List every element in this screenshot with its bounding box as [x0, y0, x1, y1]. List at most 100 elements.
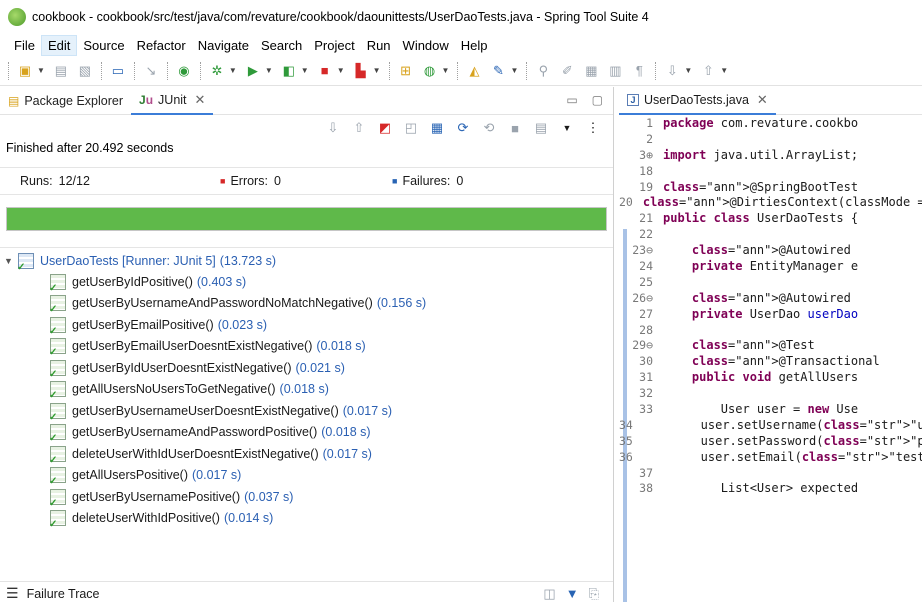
save-all-icon[interactable]: ▧ — [76, 62, 94, 80]
close-icon[interactable]: ✕ — [757, 92, 768, 108]
toggle-mark-occurrences-icon[interactable]: ⚲ — [534, 62, 552, 80]
menu-project[interactable]: Project — [308, 36, 360, 55]
debug-dropdown-icon[interactable]: ▼ — [229, 66, 237, 75]
test-row[interactable]: getUserByUsernameUserDoesntExistNegative… — [0, 400, 613, 423]
boot-dashboard-icon[interactable]: ◉ — [175, 62, 193, 80]
test-row[interactable]: deleteUserWithIdUserDoesntExistNegative(… — [0, 443, 613, 466]
filter-stack-trace-icon[interactable]: ▼ — [566, 586, 579, 602]
menu-file[interactable]: File — [8, 36, 41, 55]
code-line[interactable]: 3⊕ import java.util.ArrayList; — [619, 147, 922, 163]
skip-breakpoints-icon[interactable]: ↘ — [142, 62, 160, 80]
coverage-dropdown-icon[interactable]: ▼ — [301, 66, 309, 75]
search-icon[interactable]: ✎ — [489, 62, 507, 80]
view-menu-icon[interactable]: ▼ — [559, 123, 575, 133]
code-line[interactable]: 18 — [619, 163, 922, 179]
code-line[interactable]: 29⊖ class="ann">@Test — [619, 337, 922, 353]
test-row[interactable]: deleteUserWithIdPositive()(0.014 s) — [0, 508, 613, 530]
test-row[interactable]: getAllUsersPositive()(0.017 s) — [0, 465, 613, 487]
code-line[interactable]: 36 user.setEmail(class="str">"test — [619, 449, 922, 465]
code-line[interactable]: 34 user.setUsername(class="str">"u — [619, 417, 922, 433]
close-icon[interactable]: ✕ — [195, 92, 206, 108]
test-row[interactable]: getUserByUsernameAndPasswordPositive()(0… — [0, 422, 613, 444]
toggle-block-selection-icon[interactable]: ▦ — [582, 62, 600, 80]
compare-result-icon[interactable]: ◫ — [543, 586, 555, 602]
code-line[interactable]: 37 — [619, 465, 922, 481]
show-failures-only-icon[interactable]: ◩ — [377, 120, 393, 136]
code-line[interactable]: 30 class="ann">@Transactional — [619, 353, 922, 369]
rerun-failed-first-icon[interactable]: ⟲ — [481, 120, 497, 136]
test-row[interactable]: getUserByEmailUserDoesntExistNegative()(… — [0, 336, 613, 358]
toggle-breadcrumb-icon[interactable]: ▥ — [606, 62, 624, 80]
chevron-down-icon[interactable]: ▼ — [4, 256, 18, 266]
relaunch-dropdown-icon[interactable]: ▼ — [373, 66, 381, 75]
scroll-lock-icon[interactable]: ▦ — [429, 120, 445, 136]
menu-source[interactable]: Source — [77, 36, 130, 55]
new-class-dropdown-icon[interactable]: ▼ — [442, 66, 450, 75]
stop-dropdown-icon[interactable]: ▼ — [337, 66, 345, 75]
coverage-icon[interactable]: ◧ — [280, 62, 298, 80]
code-line[interactable]: 38 List<User> expected — [619, 480, 922, 496]
run-icon[interactable]: ▶ — [244, 62, 262, 80]
code-line[interactable]: 24 private EntityManager e — [619, 258, 922, 274]
menu-refactor[interactable]: Refactor — [131, 36, 192, 55]
relaunch-icon[interactable]: ▙ — [352, 62, 370, 80]
menu-edit[interactable]: Edit — [40, 34, 78, 56]
code-line[interactable]: 32 — [619, 385, 922, 401]
test-row[interactable]: getUserByEmailPositive()(0.023 s) — [0, 314, 613, 337]
run-dropdown-icon[interactable]: ▼ — [265, 66, 273, 75]
toggle-ant-editor-icon[interactable]: ✐ — [558, 62, 576, 80]
minimize-icon[interactable]: ▭ — [566, 93, 577, 107]
maximize-icon[interactable]: ▢ — [592, 93, 603, 107]
test-row[interactable]: getUserByUsernameAndPasswordNoMatchNegat… — [0, 293, 613, 315]
next-failure-icon[interactable]: ⇩ — [325, 120, 341, 136]
new-spring-project-icon[interactable]: ⊞ — [397, 62, 415, 80]
test-suite-row[interactable]: ▼ UserDaoTests [Runner: JUnit 5] (13.723… — [0, 250, 613, 273]
tab-junit[interactable]: Ju JUnit ✕ — [131, 87, 214, 115]
test-row[interactable]: getUserByIdUserDoesntExistNegative()(0.0… — [0, 357, 613, 380]
code-line[interactable]: 33 User user = new Use — [619, 401, 922, 417]
show-whitespace-icon[interactable]: ¶ — [630, 62, 648, 80]
code-area[interactable]: 1 package com.revature.cookbo 2 3⊕ import ja… — [619, 115, 922, 602]
more-options-icon[interactable]: ⋮ — [585, 120, 601, 136]
code-line[interactable]: 2 — [619, 131, 922, 147]
new-icon[interactable]: ▣ — [16, 62, 34, 80]
code-line[interactable]: 19 class="ann">@SpringBootTest — [619, 179, 922, 195]
save-icon[interactable]: ▤ — [52, 62, 70, 80]
code-line[interactable]: 28 — [619, 322, 922, 338]
code-line[interactable]: 31 public void getAllUsers — [619, 369, 922, 385]
editor-tab-userdaotests[interactable]: J UserDaoTests.java ✕ — [619, 87, 776, 115]
previous-annotation-dropdown-icon[interactable]: ▼ — [720, 66, 728, 75]
test-run-history-icon[interactable]: ▤ — [533, 120, 549, 136]
code-line[interactable]: 23⊖ class="ann">@Autowired — [619, 242, 922, 258]
next-annotation-icon[interactable]: ⇩ — [663, 62, 681, 80]
test-row[interactable]: getUserByIdPositive()(0.403 s) — [0, 271, 613, 294]
open-type-icon[interactable]: ◭ — [465, 62, 483, 80]
rerun-test-icon[interactable]: ⟳ — [455, 120, 471, 136]
previous-failure-icon[interactable]: ⇧ — [351, 120, 367, 136]
code-line[interactable]: 27 private UserDao userDao — [619, 306, 922, 322]
copy-trace-icon[interactable]: ⎘ — [589, 586, 599, 602]
test-row[interactable]: getAllUsersNoUsersToGetNegative()(0.018 … — [0, 379, 613, 401]
code-line[interactable]: 35 user.setPassword(class="str">"p — [619, 433, 922, 449]
stop-test-run-icon[interactable]: ■ — [507, 121, 523, 136]
code-line[interactable]: 1 package com.revature.cookbo — [619, 115, 922, 131]
show-skipped-icon[interactable]: ◰ — [403, 120, 419, 136]
next-annotation-dropdown-icon[interactable]: ▼ — [684, 66, 692, 75]
code-line[interactable]: 25 — [619, 274, 922, 290]
test-row[interactable]: getUserByUsernamePositive()(0.037 s) — [0, 486, 613, 509]
menu-navigate[interactable]: Navigate — [192, 36, 255, 55]
new-class-icon[interactable]: ◍ — [421, 62, 439, 80]
menu-help[interactable]: Help — [455, 36, 494, 55]
stop-icon[interactable]: ■ — [316, 62, 334, 80]
tab-package-explorer[interactable]: ▤ Package Explorer — [0, 87, 131, 115]
terminal-icon[interactable]: ▭ — [109, 62, 127, 80]
code-line[interactable]: 21 public class UserDaoTests { — [619, 210, 922, 226]
search-dropdown-icon[interactable]: ▼ — [510, 66, 518, 75]
code-line[interactable]: 26⊖ class="ann">@Autowired — [619, 290, 922, 306]
code-line[interactable]: 20 class="ann">@DirtiesContext(classMode … — [619, 194, 922, 210]
menu-run[interactable]: Run — [361, 36, 397, 55]
debug-icon[interactable]: ✲ — [208, 62, 226, 80]
previous-annotation-icon[interactable]: ⇧ — [699, 62, 717, 80]
code-line[interactable]: 22 — [619, 226, 922, 242]
menu-window[interactable]: Window — [397, 36, 455, 55]
